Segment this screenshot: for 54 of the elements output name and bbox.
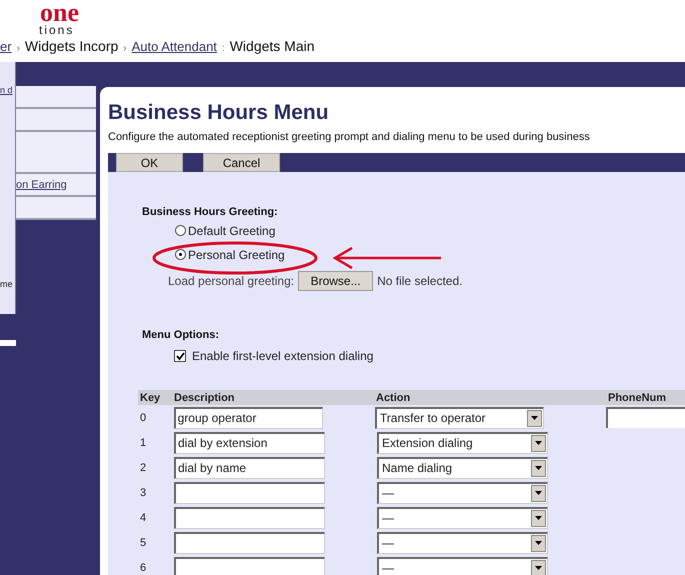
key-cell-text: 0 bbox=[139, 412, 148, 424]
action-dropdown[interactable]: — bbox=[377, 532, 548, 554]
action-dropdown[interactable]: Transfer to operator bbox=[374, 406, 544, 428]
checkbox[interactable] bbox=[174, 350, 186, 362]
breadcrumb-link[interactable]: er bbox=[0, 39, 12, 54]
description-field[interactable]: dial by name bbox=[174, 456, 325, 478]
key-cell-text: 2 bbox=[139, 462, 148, 474]
toolbar-button[interactable]: OK bbox=[116, 153, 183, 172]
description-field[interactable] bbox=[174, 556, 325, 575]
browse-button[interactable]: Browse... bbox=[298, 271, 374, 291]
action-dropdown[interactable]: — bbox=[377, 482, 548, 504]
action-dropdown[interactable]: — bbox=[377, 556, 548, 575]
toolbar-button[interactable]: Cancel bbox=[203, 153, 280, 172]
breadcrumb-separator: › bbox=[123, 43, 127, 54]
breadcrumb-text: Widgets Main bbox=[230, 38, 315, 54]
column-header: Description bbox=[173, 392, 236, 404]
radio-label: Default Greeting bbox=[188, 224, 276, 238]
breadcrumb-text: Widgets Incorp bbox=[24, 38, 118, 54]
description-field[interactable] bbox=[174, 506, 325, 528]
nav-link[interactable]: on Earring bbox=[16, 178, 67, 190]
action-dropdown[interactable]: Name dialing bbox=[377, 456, 548, 478]
column-header: Key bbox=[139, 392, 162, 404]
page-title: Business Hours Menu bbox=[108, 101, 330, 125]
breadcrumb-separator: : bbox=[222, 43, 225, 54]
sidebar-text: me bbox=[0, 279, 13, 289]
sidebar-bar bbox=[0, 340, 16, 346]
logo-text: one bbox=[40, 2, 79, 24]
key-cell-text: 6 bbox=[139, 562, 148, 574]
column-header: PhoneNum bbox=[607, 392, 666, 404]
radio-button[interactable] bbox=[175, 225, 186, 236]
description-field[interactable] bbox=[174, 532, 325, 554]
action-dropdown[interactable]: Extension dialing bbox=[377, 432, 548, 454]
column-header: Action bbox=[375, 392, 412, 404]
key-cell-text: 3 bbox=[139, 486, 148, 498]
sidebar-link[interactable]: n d bbox=[0, 85, 13, 95]
key-cell-text: 5 bbox=[139, 536, 148, 548]
breadcrumb-link[interactable]: Auto Attendant bbox=[132, 39, 217, 54]
description-field[interactable]: dial by extension bbox=[174, 432, 325, 454]
field-label: Load personal greeting: bbox=[168, 274, 294, 288]
page-description: Configure the automated receptionist greeting prompt and dialing menu to be used during business bbox=[108, 131, 591, 143]
phone-field[interactable] bbox=[606, 407, 685, 428]
key-cell-text: 1 bbox=[139, 436, 148, 448]
radio-button[interactable] bbox=[175, 249, 186, 260]
description-field[interactable]: group operator bbox=[174, 406, 323, 428]
section-heading: Business Hours Greeting: bbox=[142, 206, 279, 218]
radio-label: Personal Greeting bbox=[188, 248, 285, 262]
description-field[interactable] bbox=[174, 482, 325, 504]
action-dropdown[interactable]: — bbox=[377, 506, 548, 528]
file-status: No file selected. bbox=[377, 274, 462, 288]
breadcrumb-separator: › bbox=[16, 43, 20, 54]
checkbox-label: Enable first-level extension dialing bbox=[192, 349, 374, 363]
logo-subtext: tions bbox=[39, 24, 74, 36]
section-heading: Menu Options: bbox=[142, 329, 220, 341]
key-cell-text: 4 bbox=[139, 512, 148, 524]
